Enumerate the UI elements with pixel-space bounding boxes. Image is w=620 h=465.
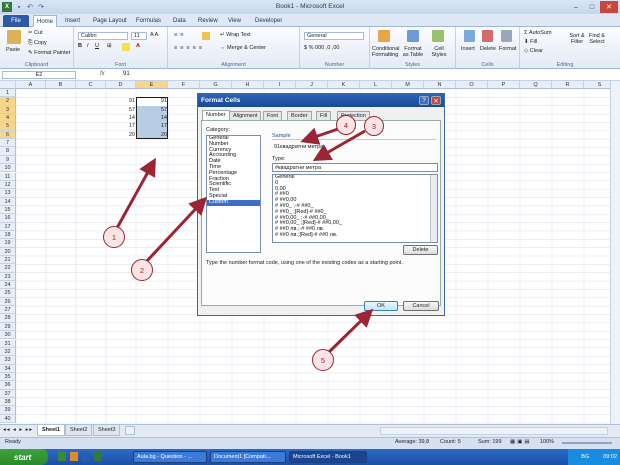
arrow-4 xyxy=(300,127,339,145)
arrow-2 xyxy=(144,196,208,264)
callout-3: 3 xyxy=(364,116,384,136)
callout-4: 4 xyxy=(336,115,356,135)
callout-2: 2 xyxy=(131,259,153,281)
arrow-5 xyxy=(326,308,374,355)
callout-5: 5 xyxy=(312,349,334,371)
callout-arrows xyxy=(115,127,374,355)
arrow-3 xyxy=(312,129,366,161)
callout-1: 1 xyxy=(103,226,125,248)
arrow-1 xyxy=(115,157,156,229)
